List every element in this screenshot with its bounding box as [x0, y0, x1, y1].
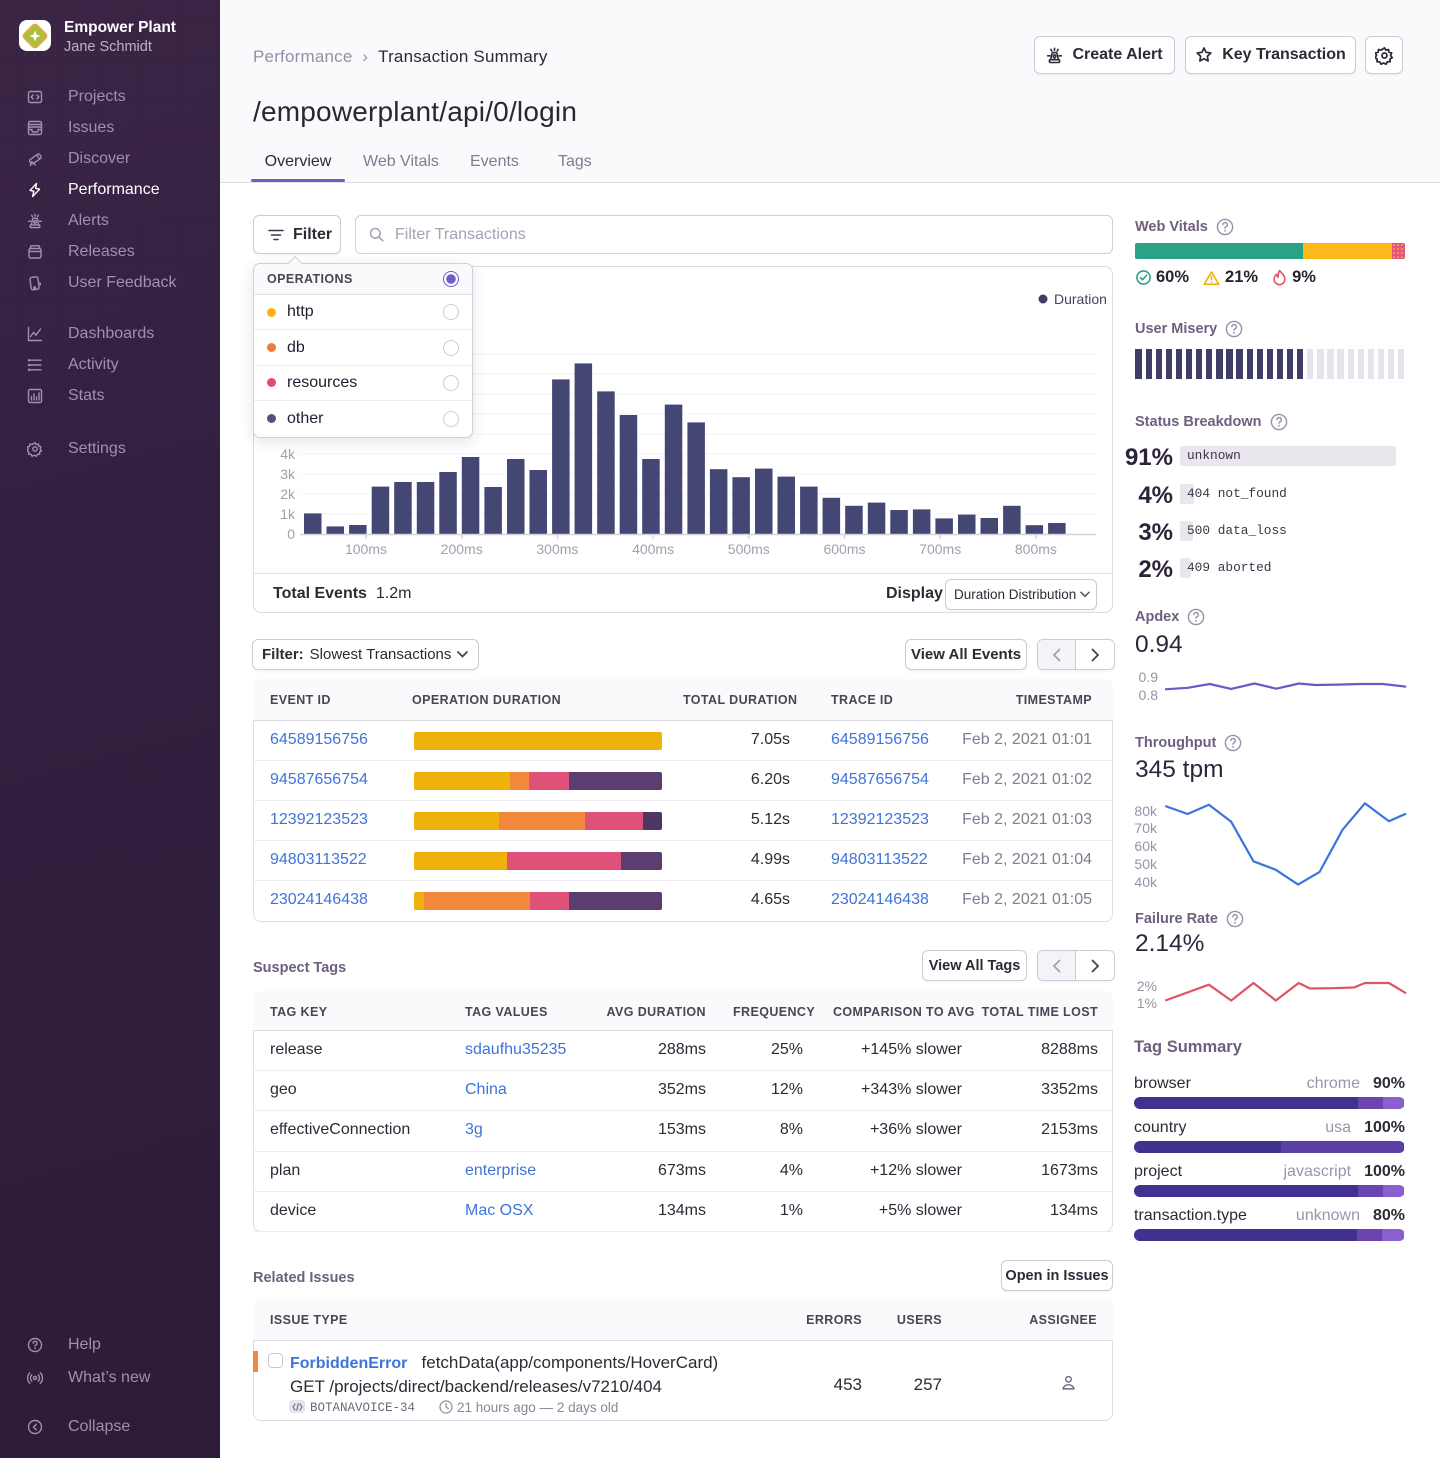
svg-text:2k: 2k [280, 486, 296, 502]
svg-text:600ms: 600ms [823, 541, 865, 557]
svg-text:500ms: 500ms [728, 541, 770, 557]
svg-text:3k: 3k [280, 466, 296, 482]
svg-text:1k: 1k [280, 506, 296, 522]
svg-text:300ms: 300ms [536, 541, 578, 557]
svg-text:200ms: 200ms [441, 541, 483, 557]
svg-text:700ms: 700ms [919, 541, 961, 557]
svg-text:800ms: 800ms [1015, 541, 1057, 557]
svg-text:100ms: 100ms [345, 541, 387, 557]
svg-text:0: 0 [287, 526, 295, 542]
svg-text:400ms: 400ms [632, 541, 674, 557]
svg-text:4k: 4k [280, 446, 296, 462]
svg-text:Duration: Duration [1054, 291, 1107, 307]
